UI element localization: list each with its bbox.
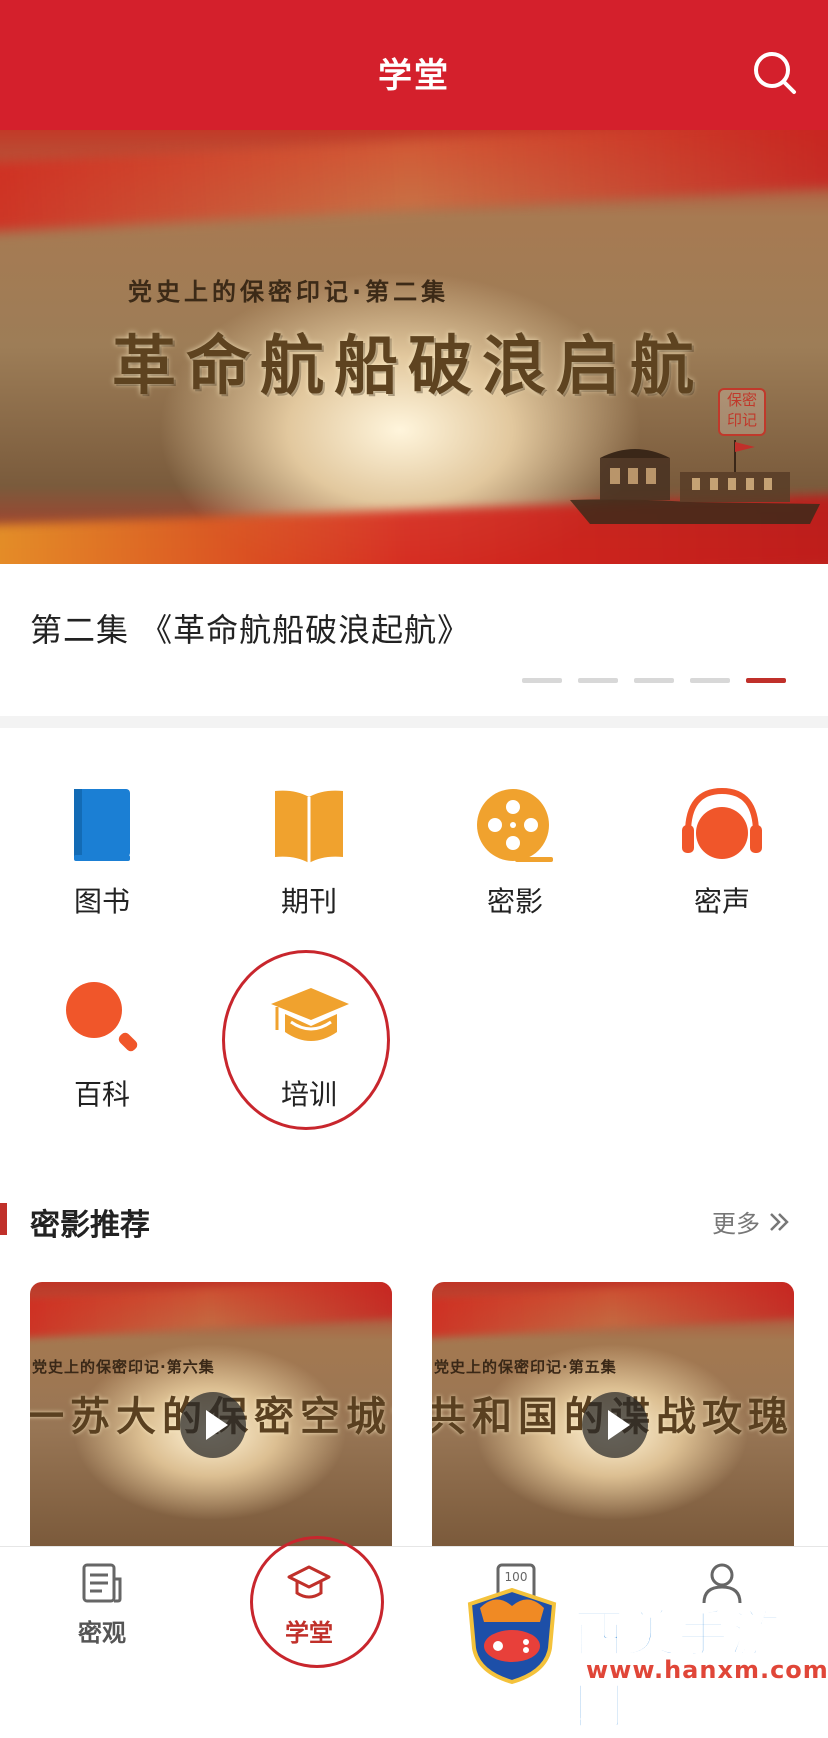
section-title: 密影推荐 — [30, 1208, 150, 1243]
video-decoration — [30, 1282, 392, 1339]
category-encyclopedia[interactable]: 百科 — [22, 978, 182, 1128]
category-magazines[interactable]: 期刊 — [229, 785, 389, 935]
magazine-icon — [275, 790, 343, 863]
app-header: 学堂 — [0, 0, 828, 130]
play-icon[interactable] — [180, 1392, 246, 1458]
banner-decoration — [0, 130, 828, 234]
more-label: 更多 — [712, 1210, 760, 1238]
carousel-dot-active[interactable] — [746, 678, 786, 683]
play-icon[interactable] — [582, 1392, 648, 1458]
video-card[interactable]: 党史上的保密印记·第六集 一苏大的保密空城计 — [30, 1282, 392, 1546]
video-subtitle: 党史上的保密印记·第六集 — [32, 1358, 215, 1376]
category-books[interactable]: 图书 — [22, 785, 182, 935]
category-label: 图书 — [73, 885, 130, 918]
section-divider — [0, 716, 828, 728]
video-card[interactable]: 党史上的保密印记·第五集 共和国的谍战攻瑰 — [432, 1282, 794, 1546]
carousel-dot[interactable] — [578, 678, 618, 683]
video-decoration — [432, 1282, 794, 1339]
page-title: 学堂 — [378, 56, 450, 96]
banner-caption[interactable]: 第二集 《革命航船破浪起航》 — [30, 605, 470, 651]
annotation-circle — [222, 950, 390, 1130]
headphones-icon — [682, 787, 762, 859]
tab-label: 密观 — [78, 1619, 126, 1647]
boat-illustration — [570, 440, 820, 524]
film-reel-icon — [477, 789, 553, 862]
annotation-circle — [250, 1536, 384, 1668]
category-label: 百科 — [73, 1078, 130, 1111]
gamepad-logo-icon — [467, 1588, 557, 1684]
newspaper-icon — [82, 1563, 122, 1603]
carousel-dot[interactable] — [522, 678, 562, 683]
carousel-dot[interactable] — [690, 678, 730, 683]
carousel-dot[interactable] — [634, 678, 674, 683]
svg-text:100: 100 — [505, 1570, 528, 1584]
banner-subtitle: 党史上的保密印记·第二集 — [128, 278, 450, 306]
category-label: 密声 — [693, 885, 750, 918]
hero-banner[interactable]: 党史上的保密印记·第二集 革命航船破浪启航 保密 印记 — [0, 130, 828, 564]
magnifier-icon — [66, 982, 138, 1052]
search-icon[interactable] — [752, 50, 798, 96]
banner-title: 革命航船破浪启航 — [112, 329, 704, 404]
category-audio[interactable]: 密声 — [642, 785, 802, 935]
book-icon — [74, 789, 130, 861]
category-videos[interactable]: 密影 — [435, 785, 595, 935]
category-label: 密影 — [486, 885, 543, 918]
watermark-url: www.hanxm.com — [586, 1656, 828, 1684]
more-link[interactable]: 更多 — [712, 1204, 792, 1239]
video-subtitle: 党史上的保密印记·第五集 — [434, 1358, 617, 1376]
category-label: 期刊 — [280, 885, 337, 918]
tab-miguan[interactable]: 密观 — [22, 1547, 182, 1677]
section-accent-bar — [0, 1203, 7, 1235]
double-chevron-right-icon — [770, 1212, 789, 1231]
